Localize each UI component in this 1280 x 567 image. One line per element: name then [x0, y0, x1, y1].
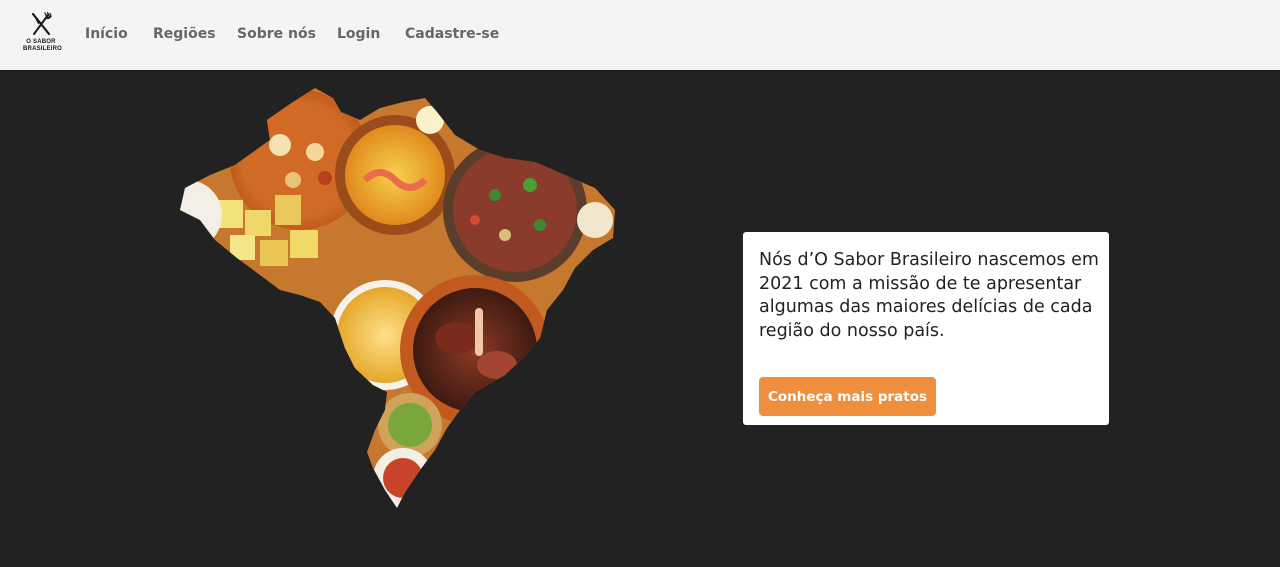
more-dishes-button[interactable]: Conheça mais pratos [759, 377, 936, 416]
nav-link-cadastre-se[interactable]: Cadastre-se [405, 24, 499, 44]
nav-link-sobre-nos[interactable]: Sobre nós [237, 24, 316, 44]
navbar: O SABOR BRASILEIRO Início Regiões Sobre … [0, 0, 1280, 70]
brazil-map-food-collage [180, 88, 615, 508]
about-text: Nós d’O Sabor Brasileiro nascemos em 202… [759, 250, 1099, 341]
brand-logo[interactable]: O SABOR BRASILEIRO [23, 12, 63, 56]
about-card: Nós d’O Sabor Brasileiro nascemos em 202… [743, 232, 1109, 425]
nav-link-login[interactable]: Login [337, 24, 380, 44]
brand-name-line1: O SABOR [26, 39, 56, 45]
nav-link-regioes[interactable]: Regiões [153, 24, 216, 44]
brand-name-line2: BRASILEIRO [23, 46, 63, 52]
nav-link-inicio[interactable]: Início [85, 24, 128, 44]
fork-knife-icon [31, 12, 52, 36]
